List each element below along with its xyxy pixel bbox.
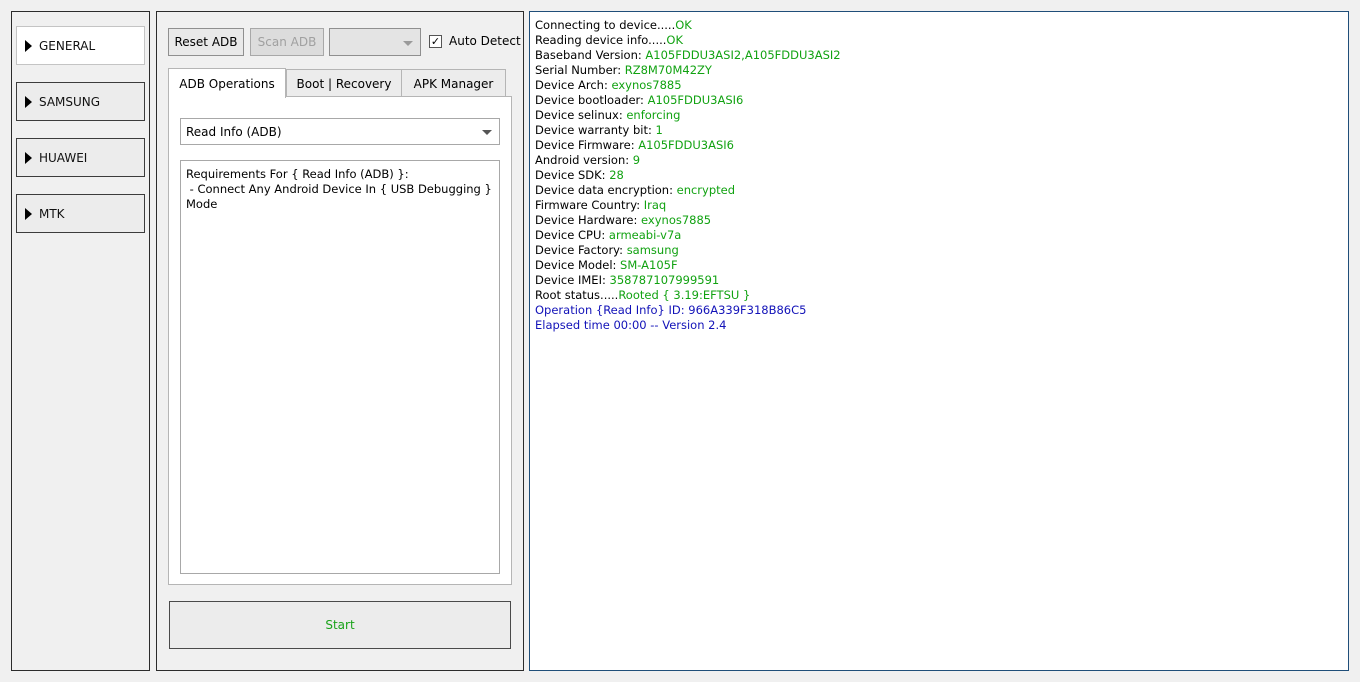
sidebar-item-label: GENERAL bbox=[39, 38, 96, 53]
log-value: A105FDDU3ASI6 bbox=[647, 93, 744, 107]
log-value: 9 bbox=[632, 153, 641, 167]
log-label: Device Firmware: bbox=[535, 138, 639, 152]
log-label: Device warranty bit: bbox=[535, 123, 656, 137]
log-value: encrypted bbox=[676, 183, 736, 197]
log-panel[interactable]: Connecting to device.....OK Reading devic… bbox=[529, 11, 1349, 671]
checkmark-icon: ✓ bbox=[430, 35, 441, 48]
log-line: Device Factory: samsung bbox=[535, 243, 841, 258]
log-elapsed-line: Elapsed time 00:00 -- Version 2.4 bbox=[535, 318, 727, 332]
sidebar-item-label: HUAWEI bbox=[39, 150, 88, 165]
log-line: Device warranty bit: 1 bbox=[535, 123, 841, 138]
log-value: 358787107999591 bbox=[609, 273, 720, 287]
auto-detect-label: Auto Detect bbox=[449, 34, 521, 48]
log-value: SM-A105F bbox=[620, 258, 678, 272]
log-label: Root status..... bbox=[535, 288, 619, 302]
expand-arrow-icon bbox=[25, 151, 32, 164]
log-value: OK bbox=[675, 18, 692, 32]
log-label: Connecting to device..... bbox=[535, 18, 676, 32]
log-value: Iraq bbox=[643, 198, 667, 212]
log-line: Android version: 9 bbox=[535, 153, 841, 168]
log-line: Device SDK: 28 bbox=[535, 168, 841, 183]
log-line: Root status.....Rooted { 3.19:EFTSU } bbox=[535, 288, 841, 303]
log-label: Baseband Version: bbox=[535, 48, 646, 62]
log-output: Connecting to device.....OK Reading devic… bbox=[535, 18, 841, 333]
auto-detect-checkbox[interactable]: ✓ bbox=[429, 35, 442, 48]
log-line: Baseband Version: A105FDDU3ASI2,A105FDDU… bbox=[535, 48, 841, 63]
expand-arrow-icon bbox=[25, 207, 32, 220]
log-label: Device Model: bbox=[535, 258, 621, 272]
log-label: Device data encryption: bbox=[535, 183, 677, 197]
log-value: A105FDDU3ASI6 bbox=[638, 138, 734, 152]
sidebar-item-mtk[interactable]: MTK bbox=[16, 194, 145, 233]
tab-content: Read Info (ADB) Requirements For { Read … bbox=[168, 96, 512, 585]
log-value: exynos7885 bbox=[641, 213, 712, 227]
requirements-textarea[interactable]: Requirements For { Read Info (ADB) }: - … bbox=[180, 160, 500, 574]
sidebar-item-general[interactable]: GENERAL bbox=[16, 26, 145, 65]
operation-select[interactable]: Read Info (ADB) bbox=[180, 118, 500, 145]
start-button[interactable]: Start bbox=[169, 601, 511, 649]
tab-apk-manager[interactable]: APK Manager bbox=[401, 69, 506, 97]
device-combo[interactable] bbox=[329, 28, 421, 56]
log-label: Device bootloader: bbox=[535, 93, 648, 107]
tab-boot-recovery[interactable]: Boot | Recovery bbox=[286, 69, 402, 97]
log-label: Android version: bbox=[535, 153, 633, 167]
log-line: Serial Number: RZ8M70M42ZY bbox=[535, 63, 841, 78]
operations-panel: Reset ADB Scan ADB ✓ Auto Detect ADB Ope… bbox=[156, 11, 524, 671]
log-label: Device IMEI: bbox=[535, 273, 610, 287]
log-line: Device selinux: enforcing bbox=[535, 108, 841, 123]
scan-adb-button[interactable]: Scan ADB bbox=[250, 28, 324, 56]
log-line: Device bootloader: A105FDDU3ASI6 bbox=[535, 93, 841, 108]
log-value: enforcing bbox=[626, 108, 681, 122]
log-line: Connecting to device.....OK bbox=[535, 18, 841, 33]
sidebar-item-label: SAMSUNG bbox=[39, 94, 101, 109]
log-label: Firmware Country: bbox=[535, 198, 644, 212]
log-value: 28 bbox=[609, 168, 624, 182]
log-line: Device CPU: armeabi-v7a bbox=[535, 228, 841, 243]
log-label: Device Factory: bbox=[535, 243, 627, 257]
log-label: Device CPU: bbox=[535, 228, 609, 242]
sidebar-item-samsung[interactable]: SAMSUNG bbox=[16, 82, 145, 121]
log-value: exynos7885 bbox=[611, 78, 682, 92]
log-value: A105FDDU3ASI2,A105FDDU3ASI2 bbox=[645, 48, 841, 62]
log-label: Reading device info..... bbox=[535, 33, 667, 47]
sidebar: GENERAL SAMSUNG HUAWEI MTK bbox=[11, 11, 150, 671]
log-value: 1 bbox=[655, 123, 663, 137]
log-line: Reading device info.....OK bbox=[535, 33, 841, 48]
log-line: Firmware Country: Iraq bbox=[535, 198, 841, 213]
log-label: Device Hardware: bbox=[535, 213, 642, 227]
log-label: Device SDK: bbox=[535, 168, 610, 182]
log-label: Device selinux: bbox=[535, 108, 627, 122]
log-value: samsung bbox=[626, 243, 679, 257]
expand-arrow-icon bbox=[25, 95, 32, 108]
log-label: Device Arch: bbox=[535, 78, 612, 92]
tab-adb-operations[interactable]: ADB Operations bbox=[168, 68, 286, 98]
log-value: RZ8M70M42ZY bbox=[624, 63, 712, 77]
log-value: Rooted { 3.19:EFTSU } bbox=[618, 288, 751, 302]
log-line: Device Hardware: exynos7885 bbox=[535, 213, 841, 228]
chevron-down-icon bbox=[482, 130, 492, 135]
expand-arrow-icon bbox=[25, 39, 32, 52]
log-operation-line: Operation {Read Info} ID: 966A339F318B86… bbox=[535, 303, 807, 317]
log-line: Device Firmware: A105FDDU3ASI6 bbox=[535, 138, 841, 153]
log-lines: Connecting to device.....OK Reading devic… bbox=[535, 18, 841, 303]
log-line: Device IMEI: 358787107999591 bbox=[535, 273, 841, 288]
reset-adb-button[interactable]: Reset ADB bbox=[168, 28, 244, 56]
log-line: Device Model: SM-A105F bbox=[535, 258, 841, 273]
sidebar-item-huawei[interactable]: HUAWEI bbox=[16, 138, 145, 177]
sidebar-item-label: MTK bbox=[39, 206, 65, 221]
chevron-down-icon bbox=[403, 41, 413, 46]
log-line: Device Arch: exynos7885 bbox=[535, 78, 841, 93]
log-value: armeabi-v7a bbox=[608, 228, 682, 242]
log-value: OK bbox=[666, 33, 684, 47]
log-label: Serial Number: bbox=[535, 63, 625, 77]
operation-select-value: Read Info (ADB) bbox=[186, 124, 282, 139]
log-line: Device data encryption: encrypted bbox=[535, 183, 841, 198]
